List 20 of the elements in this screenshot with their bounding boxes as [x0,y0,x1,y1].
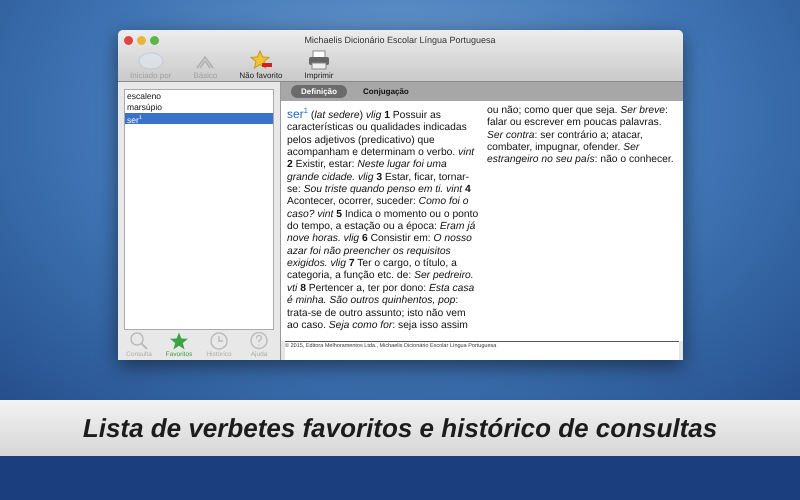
caption-text: Lista de verbetes favoritos e histórico de consultas [82,412,718,444]
list-item[interactable]: ser$^{1}$ [125,113,273,124]
list-item[interactable]: marsúpio [125,102,273,113]
clock-icon [209,332,229,350]
star-icon [169,332,189,350]
close-button[interactable] [124,36,133,44]
printer-icon [308,50,330,70]
tab[interactable]: Definição [291,85,348,98]
window-title: Michaelis Dicionário Escolar Língua Portuguesa [303,35,497,45]
tab[interactable]: Conjugação [353,85,419,98]
magnifier-icon [129,332,149,350]
definition-text: ser$^{1}$ (lat sedere) vlig 1 Possuir as características ou qualidades indicadas pelos adjetivos (predicativo) que acompanham e determinam o verbo. vint 2 Existir, estar: Neste lugar foi uma grande cidade. vlig 3 Estar, ficar, tornar-se: Sou triste quando penso em ti. vint 4 Acontecer, ocorrer, suceder: Como foi o caso? vint 5 Indica o momento ou o ponto do tempo, a estação ou a época: Eram já nove horas. vlig 6 Consistir em: O nosso azar foi não preencher os requisitos exigidos. vlig 7 Ter o cargo, o título, a categoria, a função etc. de: Ser pedreiro. vti 8 Pertencer a, ter por dono: Esta casa é minha. São outros quinhentos, pop: trata-se de outro assunto; isto não vem ao caso. Seja como for: seja isso assim ou não; como quer que seja. Ser breve: falar ou escrever em poucas palavras. Ser contra: ser contrário a; atacar, combater, impugnar, ofender. Ser estrangeiro no seu país: não o conhecer. [287,105,675,333]
chevron-icon [195,54,216,70]
minimize-button[interactable] [137,36,146,44]
toolbar-button[interactable]: Não favorito [235,50,287,80]
question-bubble-icon [249,332,269,350]
toolbar-button[interactable]: Imprimir [300,50,338,80]
zoom-button[interactable] [150,36,159,44]
star-minus-icon [248,50,273,70]
list-item[interactable]: escaleno [125,91,273,102]
